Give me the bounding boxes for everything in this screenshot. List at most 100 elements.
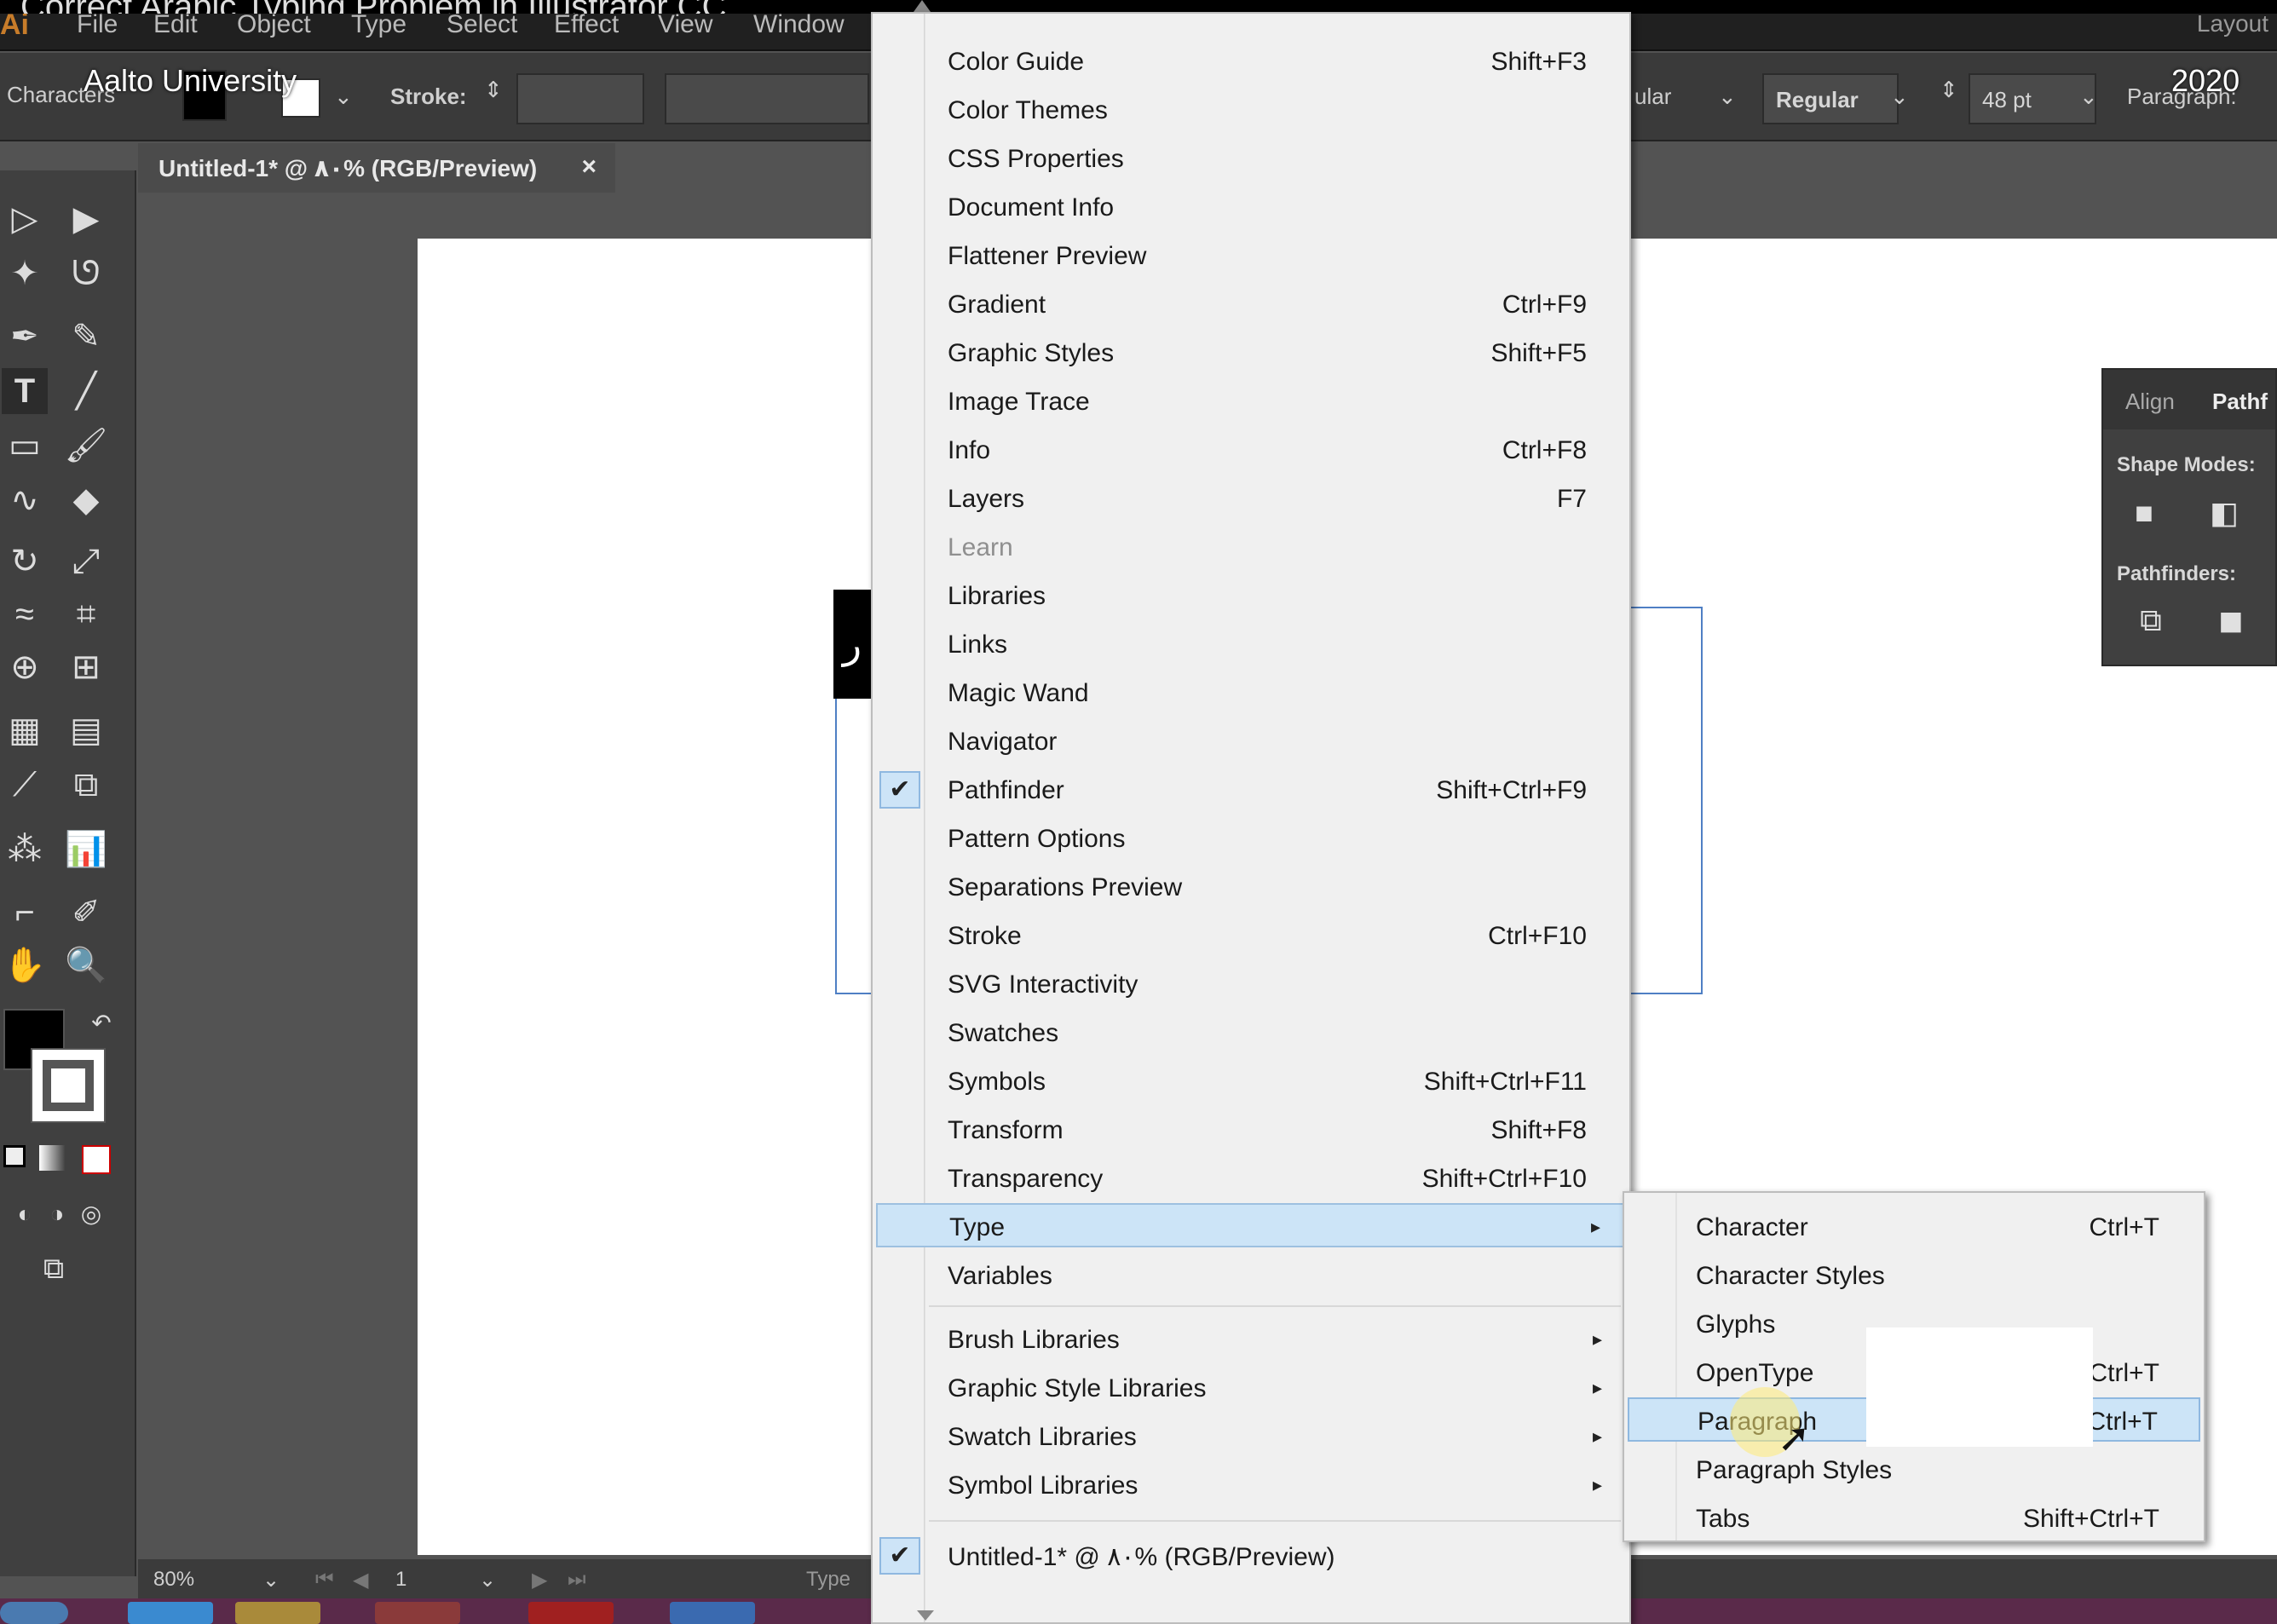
stroke-weight-input[interactable] (516, 73, 644, 124)
menu-item-color-guide[interactable]: Color Guide Shift+F3 (876, 39, 1626, 84)
start-button-icon[interactable] (0, 1602, 68, 1624)
tab-align[interactable]: Align (2125, 389, 2175, 415)
slice-tool-icon[interactable]: ✐ (63, 890, 109, 936)
opera-taskbar-icon[interactable] (528, 1602, 614, 1624)
menu-item-swatches[interactable]: Swatches (876, 1011, 1626, 1055)
width-tool-icon[interactable]: ≈ (2, 591, 48, 637)
artboard-number[interactable]: 1 (395, 1568, 406, 1592)
menu-item-css-properties[interactable]: CSS Properties (876, 136, 1626, 181)
menu-item-pathfinder[interactable]: ✔ Pathfinder Shift+Ctrl+F9 (876, 768, 1626, 812)
menu-item-stroke[interactable]: Stroke Ctrl+F10 (876, 913, 1626, 958)
ie-taskbar-icon[interactable] (128, 1602, 213, 1624)
submenu-item-paragraph-styles[interactable]: Paragraph Styles (1628, 1448, 2200, 1492)
menu-select[interactable]: Select (447, 10, 517, 39)
unite-icon[interactable]: ■ (2129, 498, 2159, 528)
submenu-item-tabs[interactable]: Tabs Shift+Ctrl+T (1628, 1496, 2200, 1540)
close-tab-icon[interactable]: × (581, 153, 597, 181)
workspace-switcher[interactable]: Layout (2197, 10, 2268, 37)
pen-tool-icon[interactable]: ✒ (2, 314, 48, 360)
submenu-item-character[interactable]: Character Ctrl+T (1628, 1205, 2200, 1249)
menu-item-pattern-options[interactable]: Pattern Options (876, 816, 1626, 861)
line-tool-icon[interactable]: ╱ (63, 368, 109, 414)
menu-item-gradient[interactable]: Gradient Ctrl+F9 (876, 282, 1626, 326)
font-size-input[interactable]: 48 pt (1969, 73, 2096, 124)
menu-item-image-trace[interactable]: Image Trace (876, 379, 1626, 423)
menu-item-navigator[interactable]: Navigator (876, 719, 1626, 763)
free-transform-tool-icon[interactable]: ⌗ (63, 591, 109, 637)
screen-mode-icon[interactable]: ⧉ (31, 1246, 77, 1292)
font-family-chevron-icon[interactable]: ⌄ (1718, 84, 1737, 110)
menu-item-type[interactable]: Type ▸ (876, 1203, 1626, 1247)
menu-item-brush-libraries[interactable]: Brush Libraries ▸ (876, 1317, 1626, 1362)
lasso-tool-icon[interactable]: ᘎ (63, 251, 109, 297)
direct-selection-tool-icon[interactable]: ▶ (63, 196, 109, 242)
menu-item-open-document[interactable]: ✔ Untitled-1* @ ٨٠% (RGB/Preview) (876, 1534, 1626, 1578)
menu-view[interactable]: View (658, 10, 712, 39)
menu-item-info[interactable]: Info Ctrl+F8 (876, 428, 1626, 472)
artboard-chevron-icon[interactable]: ⌄ (479, 1568, 496, 1592)
none-mode-icon[interactable] (82, 1145, 111, 1174)
hand-tool-icon[interactable]: ✋ (2, 942, 48, 988)
type-tool-icon[interactable]: T (2, 368, 48, 414)
document-tab[interactable]: Untitled-1* @ ٨٠% (RGB/Preview) × (138, 143, 615, 193)
magic-wand-tool-icon[interactable]: ✦ (2, 251, 48, 297)
first-artboard-icon[interactable]: ⏮ (315, 1568, 334, 1592)
font-size-stepper-icon[interactable]: ⇕ (1940, 77, 1958, 103)
prev-artboard-icon[interactable]: ◀ (353, 1568, 368, 1592)
explorer-taskbar-icon[interactable] (235, 1602, 320, 1624)
mesh-tool-icon[interactable]: ▦ (2, 707, 48, 753)
font-style-select[interactable]: Regular (1762, 73, 1899, 124)
symbol-sprayer-tool-icon[interactable]: ⁂ (2, 826, 48, 872)
paintbrush-tool-icon[interactable]: 🖌 (63, 423, 109, 469)
menu-item-color-themes[interactable]: Color Themes (876, 88, 1626, 132)
artboard-tool-icon[interactable]: ⌐ (2, 890, 48, 936)
menu-type[interactable]: Type (351, 10, 406, 39)
firefox-taskbar-icon[interactable] (670, 1602, 755, 1624)
font-size-chevron-icon[interactable]: ⌄ (2079, 84, 2098, 110)
selection-tool-icon[interactable]: ▷ (2, 196, 48, 242)
trim-icon[interactable]: ◼ (2216, 605, 2246, 636)
swap-colors-icon[interactable]: ↶ (78, 1000, 124, 1046)
curvature-tool-icon[interactable]: ✎ (63, 314, 109, 360)
color-mode-icon[interactable] (3, 1145, 26, 1167)
menu-edit[interactable]: Edit (153, 10, 198, 39)
stroke-swatch-chevron-icon[interactable]: ⌄ (334, 84, 353, 110)
last-artboard-icon[interactable]: ⏭ (568, 1568, 586, 1592)
menu-item-graphic-style-libraries[interactable]: Graphic Style Libraries ▸ (876, 1366, 1626, 1410)
menu-file[interactable]: File (77, 10, 118, 39)
menu-item-symbols[interactable]: Symbols Shift+Ctrl+F11 (876, 1059, 1626, 1103)
eyedropper-tool-icon[interactable]: ⟋ (2, 762, 48, 808)
zoom-chevron-icon[interactable]: ⌄ (262, 1568, 280, 1592)
font-style-chevron-icon[interactable]: ⌄ (1890, 84, 1909, 110)
submenu-item-character-styles[interactable]: Character Styles (1628, 1253, 2200, 1298)
menu-effect[interactable]: Effect (554, 10, 619, 39)
menu-item-separations-preview[interactable]: Separations Preview (876, 865, 1626, 909)
menu-item-variables[interactable]: Variables (876, 1253, 1626, 1298)
menu-item-libraries[interactable]: Libraries (876, 573, 1626, 618)
menu-item-symbol-libraries[interactable]: Symbol Libraries ▸ (876, 1463, 1626, 1507)
draw-inside-icon[interactable]: ◎ (68, 1191, 114, 1237)
gradient-tool-icon[interactable]: ▤ (63, 707, 109, 753)
zoom-tool-icon[interactable]: 🔍 (63, 942, 109, 988)
shape-builder-tool-icon[interactable]: ⊕ (2, 644, 48, 690)
perspective-grid-tool-icon[interactable]: ⊞ (63, 644, 109, 690)
menu-item-document-info[interactable]: Document Info (876, 185, 1626, 229)
menu-item-graphic-styles[interactable]: Graphic Styles Shift+F5 (876, 331, 1626, 375)
divide-icon[interactable]: ⧉ (2136, 605, 2166, 636)
menu-window[interactable]: Window (753, 10, 845, 39)
menu-item-magic-wand[interactable]: Magic Wand (876, 671, 1626, 715)
menu-scroll-down-icon[interactable] (917, 1610, 934, 1621)
eraser-tool-icon[interactable]: ◆ (63, 477, 109, 523)
variable-width-field[interactable] (665, 73, 869, 124)
menu-object[interactable]: Object (237, 10, 311, 39)
graph-tool-icon[interactable]: 📊 (63, 826, 109, 872)
rotate-tool-icon[interactable]: ↻ (2, 538, 48, 585)
menu-item-links[interactable]: Links (876, 622, 1626, 666)
stroke-color-swatch[interactable] (31, 1048, 106, 1123)
zoom-level[interactable]: 80% (153, 1568, 194, 1592)
menu-item-svg-interactivity[interactable]: SVG Interactivity (876, 962, 1626, 1006)
chrome-taskbar-icon[interactable] (375, 1602, 460, 1624)
menu-item-transform[interactable]: Transform Shift+F8 (876, 1108, 1626, 1152)
menu-item-swatch-libraries[interactable]: Swatch Libraries ▸ (876, 1414, 1626, 1459)
menu-item-layers[interactable]: Layers F7 (876, 476, 1626, 521)
